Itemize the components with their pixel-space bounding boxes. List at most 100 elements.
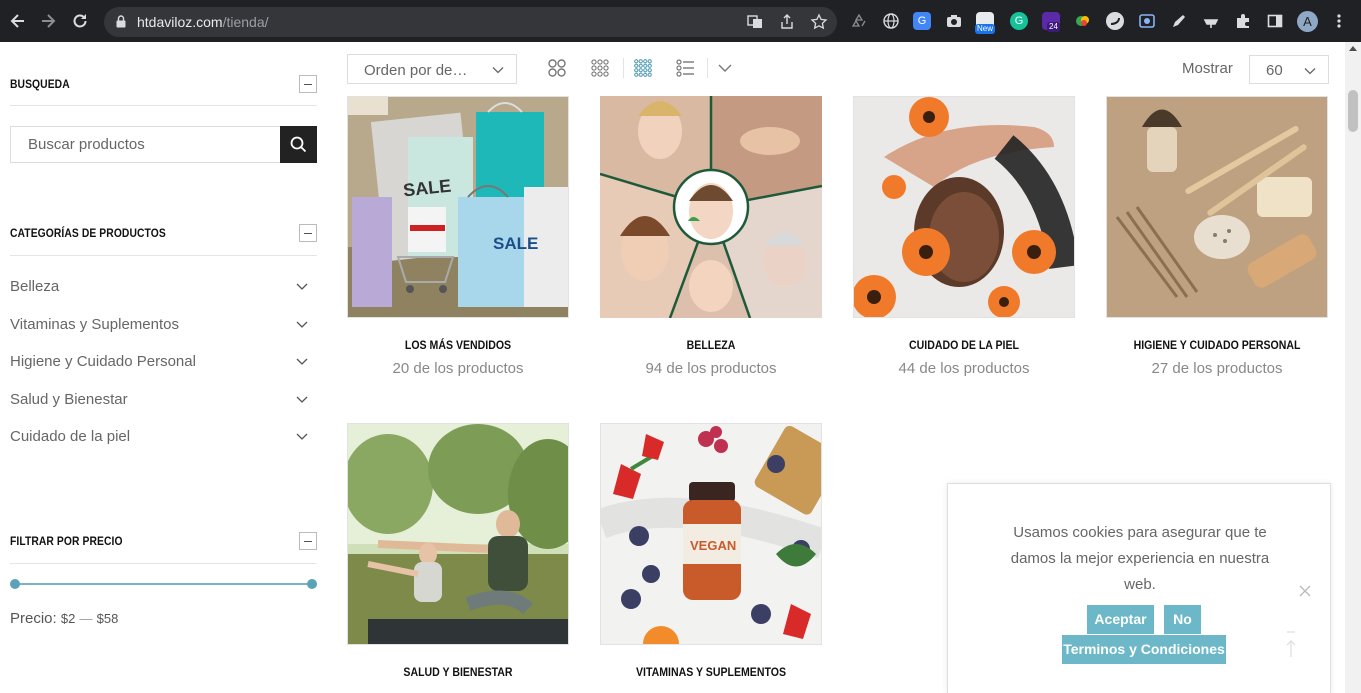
search-submit-button[interactable] (280, 126, 317, 163)
list-view-icon[interactable] (676, 58, 696, 78)
price-label: Precio: (10, 610, 57, 627)
per-page-select[interactable]: 60 (1249, 55, 1329, 84)
category-item-belleza[interactable]: Belleza (10, 276, 317, 300)
price-range-text: Precio: $2 — $58 (10, 610, 118, 627)
beauty-collage-image (600, 96, 822, 318)
grid-3-columns-icon[interactable] (590, 58, 610, 78)
pen-extension-icon[interactable] (1170, 12, 1188, 30)
close-icon[interactable] (1298, 584, 1312, 598)
price-filter-divider (10, 563, 317, 564)
category-thumbnail[interactable] (600, 96, 822, 318)
category-label: Salud y Bienestar (10, 391, 128, 408)
categories-widget-divider (10, 255, 317, 256)
scroll-to-top-icon[interactable] (1284, 629, 1298, 659)
lock-icon (116, 15, 126, 28)
price-slider-track[interactable] (14, 583, 314, 585)
sort-order-select[interactable]: Orden por de… (347, 54, 517, 84)
per-page-value: 60 (1266, 62, 1283, 79)
new-badge: New (975, 24, 996, 34)
grammarly-extension-icon[interactable]: G (1010, 12, 1028, 30)
price-filter-collapse-toggle[interactable] (299, 532, 317, 550)
cookie-accept-button[interactable]: Aceptar (1087, 605, 1154, 634)
bookmark-star-icon[interactable] (810, 13, 828, 31)
category-title[interactable]: BELLEZA (613, 338, 808, 352)
swirl-extension-icon[interactable] (1106, 12, 1124, 30)
count-badge: 24 (1047, 22, 1060, 32)
pin-extension-icon[interactable] (1202, 12, 1220, 30)
chevron-down-icon[interactable] (295, 355, 309, 369)
counter-extension-icon[interactable]: 24 (1042, 12, 1060, 32)
google-translate-extension-icon[interactable]: G (913, 12, 931, 30)
category-label: Higiene y Cuidado Personal (10, 353, 196, 370)
chevron-down-icon[interactable] (295, 393, 309, 407)
category-thumbnail[interactable]: SALE SALE (347, 96, 569, 318)
puzzle-extensions-icon[interactable] (1234, 12, 1252, 30)
news-extension-icon[interactable]: New (975, 12, 996, 34)
category-thumbnail[interactable] (853, 96, 1075, 318)
sort-order-value: Orden por de… (364, 62, 468, 79)
camera-extension-icon[interactable] (945, 12, 963, 30)
category-item-salud[interactable]: Salud y Bienestar (10, 389, 317, 413)
share-icon[interactable] (778, 13, 796, 31)
screen-capture-extension-icon[interactable] (1138, 12, 1156, 30)
cookie-message: Usamos cookies para asegurar que te damo… (1010, 524, 1270, 593)
recycle-extension-icon[interactable] (850, 12, 868, 30)
reload-icon[interactable] (70, 11, 90, 31)
category-product-count: 20 de los productos (392, 360, 524, 377)
forward-arrow-icon[interactable] (38, 11, 58, 31)
category-title[interactable]: VITAMINAS Y SUPLEMENTOS (613, 665, 808, 679)
per-page-label: Mostrar (1182, 60, 1233, 77)
category-label: Belleza (10, 278, 60, 295)
scrollbar-thumb[interactable] (1348, 90, 1358, 132)
category-title[interactable]: LOS MÁS VENDIDOS (360, 338, 555, 352)
page-scrollbar[interactable] (1345, 42, 1361, 693)
categories-widget-collapse-toggle[interactable] (299, 224, 317, 242)
cookie-decline-button[interactable]: No (1164, 605, 1201, 634)
category-thumbnail[interactable] (1106, 96, 1328, 318)
color-picker-extension-icon[interactable] (1074, 12, 1092, 30)
categories-widget-title: CATEGORÍAS DE PRODUCTOS (10, 226, 166, 240)
category-title[interactable]: CUIDADO DE LA PIEL (866, 338, 1061, 352)
view-more-chevron-icon[interactable] (715, 58, 735, 78)
scroll-up-arrow-icon[interactable] (1349, 46, 1357, 51)
search-widget-collapse-toggle[interactable] (299, 75, 317, 93)
chevron-down-icon[interactable] (295, 430, 309, 444)
bag-sale-text: SALE (493, 234, 538, 253)
search-widget-divider (10, 105, 317, 106)
category-product-count: 94 de los productos (645, 360, 777, 377)
jar-vegan-label: VEGAN (690, 538, 736, 553)
grid-4-columns-icon[interactable] (633, 58, 653, 78)
address-bar[interactable]: htdaviloz.com/tienda/ (104, 7, 837, 37)
price-slider-max-handle[interactable] (307, 579, 317, 589)
category-product-count: 44 de los productos (898, 360, 1030, 377)
more-menu-icon[interactable] (1330, 12, 1348, 30)
hygiene-products-image (1107, 97, 1327, 317)
profile-avatar[interactable]: A (1297, 11, 1318, 32)
globe-extension-icon[interactable] (882, 12, 900, 30)
shop-sidebar: BUSQUEDA CATEGORÍAS DE PRODUCTOS Belleza… (10, 42, 317, 693)
category-thumbnail[interactable] (347, 423, 569, 645)
price-slider-min-handle[interactable] (10, 579, 20, 589)
back-arrow-icon[interactable] (8, 11, 28, 31)
category-item-cuidado-piel[interactable]: Cuidado de la piel (10, 426, 317, 450)
side-panel-icon[interactable] (1266, 12, 1284, 30)
product-search-input[interactable] (11, 127, 281, 162)
chevron-down-icon[interactable] (295, 280, 309, 294)
search-icon (290, 136, 307, 153)
price-separator: — (79, 611, 93, 626)
yoga-outdoors-image (348, 424, 568, 644)
url-text: htdaviloz.com/tienda/ (137, 14, 269, 30)
translate-icon[interactable] (746, 13, 764, 31)
chevron-down-icon[interactable] (295, 318, 309, 332)
category-item-higiene[interactable]: Higiene y Cuidado Personal (10, 351, 317, 375)
vegan-supplement-image: VEGAN (601, 424, 821, 644)
category-thumbnail[interactable]: VEGAN (600, 423, 822, 645)
category-title[interactable]: SALUD Y BIENESTAR (360, 665, 555, 679)
chevron-down-icon (492, 67, 504, 74)
category-title[interactable]: HIGIENE Y CUIDADO PERSONAL (1119, 338, 1314, 352)
category-item-vitaminas[interactable]: Vitaminas y Suplementos (10, 314, 317, 338)
cookie-terms-button[interactable]: Terminos y Condiciones (1062, 635, 1226, 664)
price-filter-widget-title: FILTRAR POR PRECIO (10, 534, 123, 548)
grid-2-columns-icon[interactable] (547, 58, 567, 78)
cookie-consent-banner: Usamos cookies para asegurar que te damo… (947, 483, 1331, 693)
